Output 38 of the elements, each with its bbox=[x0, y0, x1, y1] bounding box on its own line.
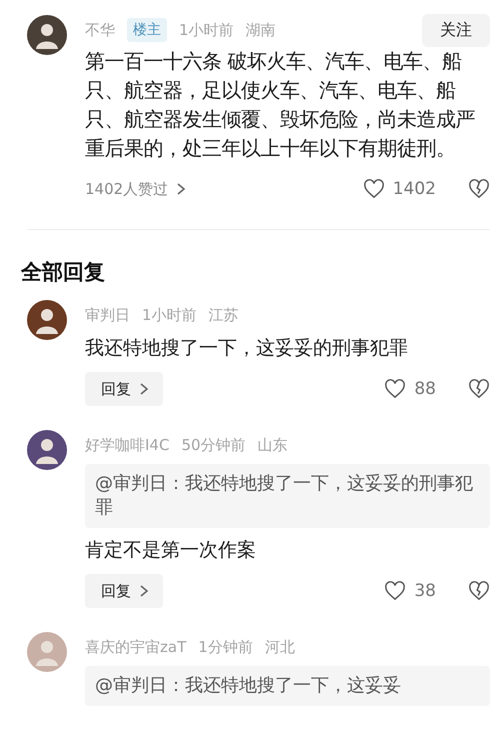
author-badge: 楼主 bbox=[127, 18, 167, 42]
like-count: 1402 bbox=[392, 179, 436, 199]
section-title: 全部回复 bbox=[21, 259, 106, 286]
comment-text: 第一百一十六条 破坏火车、汽车、电车、船只、航空器，足以使火车、汽车、电车、船只、航空器发生倾覆、毁坏危险，尚未造成严重后果的，处三年以上十年以下有期徒刑。 bbox=[85, 48, 476, 162]
location: 河北 bbox=[264, 638, 295, 656]
username[interactable]: 审判日 bbox=[85, 306, 130, 324]
chevron-icon bbox=[139, 584, 149, 598]
location: 江苏 bbox=[208, 306, 239, 324]
quoted-reply: @审判日：我还特地搜了一下，这妥妥 bbox=[85, 666, 490, 706]
reply-time: 1小时前 bbox=[142, 306, 197, 324]
like-count: 88 bbox=[414, 379, 436, 399]
location: 山东 bbox=[258, 436, 288, 454]
like-count: 38 bbox=[414, 581, 436, 601]
reply-time: 1分钟前 bbox=[198, 638, 253, 656]
avatar[interactable] bbox=[27, 15, 67, 55]
heart-icon[interactable] bbox=[362, 179, 385, 199]
avatar[interactable] bbox=[27, 430, 67, 470]
reply-time: 50分钟前 bbox=[181, 436, 246, 454]
reply-text: 肯定不是第一次作案 bbox=[85, 538, 257, 563]
location: 湖南 bbox=[246, 20, 276, 40]
username[interactable]: 喜庆的宇宙zaT bbox=[85, 638, 186, 656]
username[interactable]: 好学咖啡I4C bbox=[85, 436, 170, 454]
reply-text: 我还特地搜了一下，这妥妥的刑事犯罪 bbox=[85, 336, 409, 361]
username[interactable]: 不华 bbox=[85, 20, 115, 40]
chevron-icon bbox=[176, 182, 186, 196]
follow-button[interactable]: 关注 bbox=[422, 14, 490, 46]
heart-icon[interactable] bbox=[384, 581, 406, 601]
liked-by-link[interactable]: 1402人赞过 bbox=[85, 180, 168, 198]
reply-button[interactable]: 回复 bbox=[85, 372, 163, 406]
broken-heart-icon[interactable] bbox=[468, 179, 490, 199]
broken-heart-icon[interactable] bbox=[468, 379, 490, 399]
post-time: 1小时前 bbox=[179, 20, 234, 40]
avatar[interactable] bbox=[27, 300, 67, 340]
reply-button[interactable]: 回复 bbox=[85, 574, 163, 608]
broken-heart-icon[interactable] bbox=[468, 581, 490, 601]
quoted-reply: @审判日：我还特地搜了一下，这妥妥的刑事犯罪 bbox=[85, 464, 490, 528]
heart-icon[interactable] bbox=[384, 379, 406, 399]
chevron-icon bbox=[139, 382, 149, 396]
